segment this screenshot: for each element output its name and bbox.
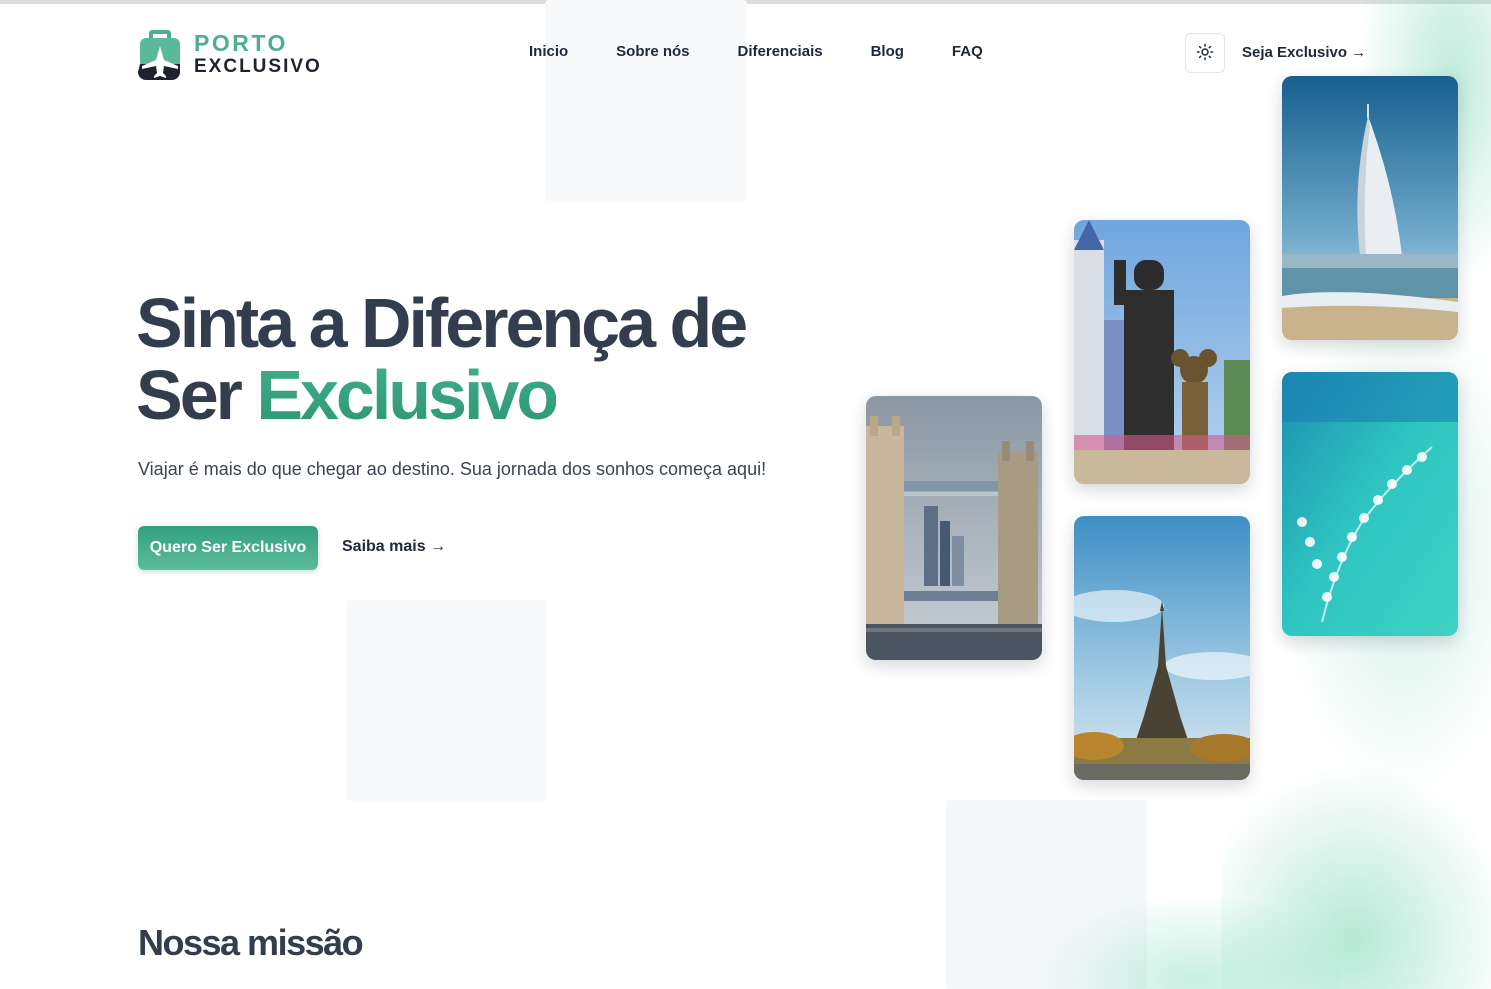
brand-name-line1: PORTO bbox=[194, 30, 288, 56]
nav-item-blog[interactable]: Blog bbox=[871, 43, 904, 60]
background-square bbox=[346, 600, 547, 801]
quero-ser-exclusivo-button[interactable]: Quero Ser Exclusivo bbox=[138, 526, 318, 570]
hero-title: Sinta a Diferença de Ser Exclusivo bbox=[136, 287, 836, 431]
main-nav: Inicio Sobre nós Diferenciais Blog FAQ bbox=[505, 43, 1007, 60]
seja-exclusivo-link[interactable]: Seja Exclusivo → bbox=[1242, 44, 1366, 61]
hero-subtitle: Viajar é mais do que chegar ao destino. … bbox=[138, 459, 767, 479]
nav-item-diferenciais[interactable]: Diferenciais bbox=[738, 43, 823, 60]
nav-item-faq[interactable]: FAQ bbox=[952, 43, 983, 60]
hero-title-accent: Exclusivo bbox=[256, 356, 559, 434]
theme-toggle-button[interactable] bbox=[1185, 33, 1225, 73]
background-glow bbox=[980, 820, 1340, 989]
suitcase-plane-icon bbox=[138, 26, 182, 82]
dubai-burj-al-arab-photo bbox=[1282, 76, 1458, 340]
sun-icon bbox=[1196, 43, 1214, 64]
hero-title-line2: Ser bbox=[136, 356, 257, 434]
disney-statue-photo bbox=[1074, 220, 1250, 484]
paris-eiffel-tower-photo bbox=[1074, 516, 1250, 780]
site-header: PORTO EXCLUSIVO Inicio Sobre nós Diferen… bbox=[0, 0, 1491, 108]
logo[interactable]: PORTO EXCLUSIVO bbox=[138, 25, 323, 83]
nav-item-inicio[interactable]: Inicio bbox=[529, 43, 568, 60]
mission-heading: Nossa missão bbox=[138, 922, 364, 963]
hero-title-line1: Sinta a Diferença de bbox=[136, 284, 748, 362]
brand-name-line2: EXCLUSIVO bbox=[194, 56, 322, 77]
nav-item-sobre-nos[interactable]: Sobre nós bbox=[616, 43, 689, 60]
maldives-villas-photo bbox=[1282, 372, 1458, 636]
london-tower-bridge-photo bbox=[866, 396, 1042, 660]
saiba-mais-link[interactable]: Saiba mais → bbox=[342, 538, 446, 556]
